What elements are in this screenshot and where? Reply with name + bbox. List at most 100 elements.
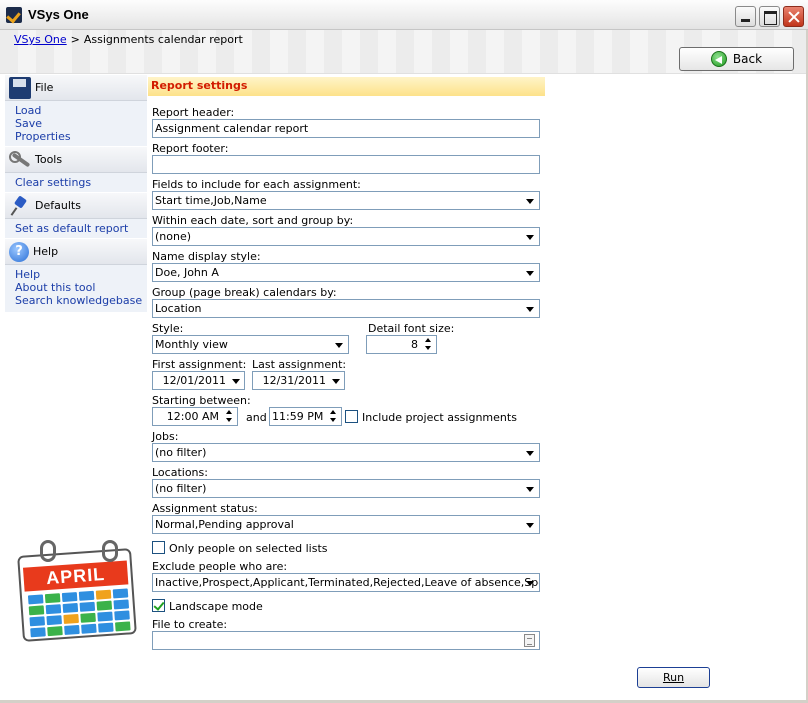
- assignment-status-dropdown[interactable]: Normal,Pending approval: [152, 515, 540, 534]
- sidebar: File Load Save Properties Tools Clear se…: [5, 74, 147, 312]
- breadcrumb-current: Assignments calendar report: [83, 33, 243, 46]
- minimize-button[interactable]: [735, 6, 756, 27]
- spinner-arrows-icon[interactable]: [422, 337, 435, 352]
- include-project-checkbox[interactable]: [345, 410, 358, 423]
- chevron-down-icon: [523, 266, 537, 279]
- locations-label: Locations:: [152, 466, 208, 479]
- wrench-icon: [9, 149, 31, 171]
- sidebar-item-load[interactable]: Load: [15, 104, 147, 117]
- font-size-label: Detail font size:: [368, 322, 455, 335]
- report-header-label: Report header:: [152, 106, 235, 119]
- locations-dropdown[interactable]: (no filter): [152, 479, 540, 498]
- close-button[interactable]: [783, 6, 804, 27]
- window-title: VSys One: [28, 7, 89, 22]
- landscape-checkbox[interactable]: [152, 599, 165, 612]
- back-button-label: Back: [732, 52, 763, 66]
- sidebar-section-title: Tools: [35, 153, 63, 166]
- locations-value: (no filter): [155, 482, 207, 495]
- calendar-month-label: APRIL: [22, 560, 129, 592]
- jobs-label: Jobs:: [152, 430, 179, 443]
- report-header-input[interactable]: Assignment calendar report: [152, 119, 540, 138]
- first-assignment-label: First assignment:: [152, 358, 247, 371]
- style-dropdown[interactable]: Monthly view: [152, 335, 349, 354]
- sort-group-value: (none): [155, 230, 192, 243]
- breadcrumb: VSys One > Assignments calendar report: [14, 33, 243, 46]
- spinner-arrows-icon[interactable]: [223, 409, 236, 424]
- last-assignment-label: Last assignment:: [252, 358, 347, 371]
- name-style-label: Name display style:: [152, 250, 261, 263]
- file-browse-icon[interactable]: [524, 634, 535, 647]
- maximize-button[interactable]: [759, 6, 780, 27]
- page-break-label: Group (page break) calendars by:: [152, 286, 337, 299]
- spinner-arrows-icon[interactable]: [327, 409, 340, 424]
- chevron-down-icon: [330, 374, 342, 387]
- run-button-label: Run: [662, 671, 685, 684]
- sidebar-section-tools: Tools: [5, 146, 147, 173]
- breadcrumb-separator: >: [70, 33, 80, 46]
- sidebar-item-clear-settings[interactable]: Clear settings: [15, 176, 147, 189]
- file-to-create-input[interactable]: [152, 631, 540, 650]
- sidebar-item-help[interactable]: Help: [15, 268, 147, 281]
- assignment-status-label: Assignment status:: [152, 502, 258, 515]
- last-assignment-value: 12/31/2011: [262, 374, 326, 387]
- jobs-dropdown[interactable]: (no filter): [152, 443, 540, 462]
- fields-dropdown[interactable]: Start time,Job,Name: [152, 191, 540, 210]
- sidebar-section-title: Defaults: [35, 199, 81, 212]
- sidebar-item-set-default-report[interactable]: Set as default report: [15, 222, 147, 235]
- chevron-down-icon: [332, 338, 346, 351]
- calendar-illustration-icon: APRIL: [14, 540, 139, 642]
- chevron-down-icon: [523, 446, 537, 459]
- start-time-stepper[interactable]: 12:00 AM: [152, 407, 238, 426]
- page-break-value: Location: [155, 302, 202, 315]
- starting-between-label: Starting between:: [152, 394, 251, 407]
- font-size-stepper[interactable]: 8: [366, 335, 437, 354]
- name-style-dropdown[interactable]: Doe, John A: [152, 263, 540, 282]
- sidebar-section-defaults: Defaults: [5, 192, 147, 219]
- fields-label: Fields to include for each assignment:: [152, 178, 361, 191]
- jobs-value: (no filter): [155, 446, 207, 459]
- run-button[interactable]: Run: [637, 667, 710, 688]
- chevron-down-icon: [523, 518, 537, 531]
- back-button[interactable]: Back: [679, 47, 794, 71]
- chevron-down-icon: [523, 302, 537, 315]
- and-label: and: [246, 411, 267, 424]
- sort-group-label: Within each date, sort and group by:: [152, 214, 354, 227]
- report-footer-input[interactable]: [152, 155, 540, 174]
- exclude-value: Inactive,Prospect,Applicant,Terminated,R…: [155, 576, 540, 589]
- report-footer-label: Report footer:: [152, 142, 229, 155]
- exclude-label: Exclude people who are:: [152, 560, 288, 573]
- only-lists-checkbox[interactable]: [152, 541, 165, 554]
- breadcrumb-home-link[interactable]: VSys One: [14, 33, 67, 46]
- sort-group-dropdown[interactable]: (none): [152, 227, 540, 246]
- sidebar-section-file: File: [5, 74, 147, 101]
- font-size-value: 8: [411, 338, 418, 351]
- fields-value: Start time,Job,Name: [155, 194, 267, 207]
- name-style-value: Doe, John A: [155, 266, 219, 279]
- floppy-disk-icon: [9, 76, 31, 99]
- sidebar-item-properties[interactable]: Properties: [15, 130, 147, 143]
- first-assignment-date-picker[interactable]: 12/01/2011: [152, 371, 245, 390]
- end-time-stepper[interactable]: 11:59 PM: [269, 407, 342, 426]
- exclude-dropdown[interactable]: Inactive,Prospect,Applicant,Terminated,R…: [152, 573, 540, 592]
- style-label: Style:: [152, 322, 184, 335]
- style-value: Monthly view: [155, 338, 228, 351]
- last-assignment-date-picker[interactable]: 12/31/2011: [252, 371, 345, 390]
- start-time-value: 12:00 AM: [166, 410, 219, 423]
- title-bar: VSys One: [0, 0, 808, 30]
- app-logo-icon: [6, 7, 22, 23]
- chevron-down-icon: [230, 374, 242, 387]
- sidebar-item-save[interactable]: Save: [15, 117, 147, 130]
- assignment-status-value: Normal,Pending approval: [155, 518, 294, 531]
- landscape-label: Landscape mode: [169, 600, 263, 613]
- first-assignment-value: 12/01/2011: [162, 374, 226, 387]
- chevron-down-icon: [523, 482, 537, 495]
- only-lists-label: Only people on selected lists: [169, 542, 328, 555]
- include-project-label: Include project assignments: [362, 411, 517, 424]
- sidebar-item-search-kb[interactable]: Search knowledgebase: [15, 294, 147, 307]
- sidebar-section-title: Help: [33, 245, 59, 258]
- sidebar-item-about[interactable]: About this tool: [15, 281, 147, 294]
- report-settings-title: Report settings: [148, 77, 545, 96]
- sidebar-section-help: ? Help: [5, 238, 147, 265]
- sidebar-section-title: File: [35, 81, 54, 94]
- page-break-dropdown[interactable]: Location: [152, 299, 540, 318]
